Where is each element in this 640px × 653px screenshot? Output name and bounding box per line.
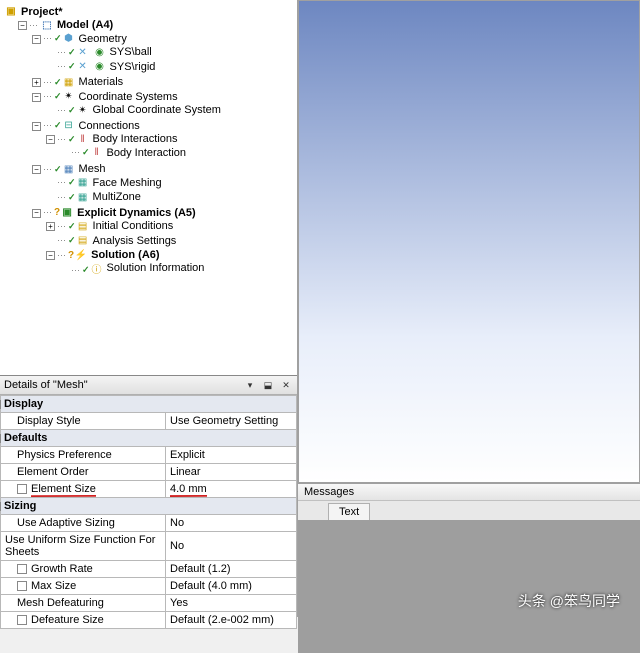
section-sizing[interactable]: −Sizing	[1, 498, 297, 515]
row-use-uniform[interactable]: Use Uniform Size Function For SheetsNo	[1, 532, 297, 561]
tree-solution[interactable]: ⚡Solution (A6)	[74, 249, 159, 261]
section-defaults[interactable]: −Defaults	[1, 430, 297, 447]
tree-body-interaction[interactable]: ‖Body Interaction	[90, 147, 187, 159]
tree-explicit-dynamics[interactable]: ▣Explicit Dynamics (A5)	[60, 207, 196, 219]
row-use-adaptive[interactable]: Use Adaptive SizingNo	[1, 515, 297, 532]
expand-icon[interactable]: −	[46, 135, 55, 144]
tree-analysis-settings[interactable]: ▤Analysis Settings	[76, 235, 177, 247]
expand-icon[interactable]: −	[18, 21, 27, 30]
tree-geom-item[interactable]: ✕◉SYS\rigid	[76, 61, 156, 73]
expand-icon[interactable]: +	[32, 78, 41, 87]
viewport-3d[interactable]	[298, 0, 640, 483]
tree-materials[interactable]: ▦Materials	[62, 76, 124, 88]
checkbox-icon[interactable]	[17, 581, 27, 591]
tree-model[interactable]: ⬚Model (A4)	[40, 19, 113, 31]
row-mesh-defeaturing[interactable]: Mesh DefeaturingYes	[1, 595, 297, 612]
row-display-style[interactable]: Display StyleUse Geometry Setting	[1, 413, 297, 430]
expand-icon[interactable]: −	[32, 209, 41, 218]
row-element-size[interactable]: Element Size4.0 mm	[1, 481, 297, 498]
expand-icon[interactable]: +	[46, 222, 55, 231]
row-max-size[interactable]: Max SizeDefault (4.0 mm)	[1, 578, 297, 595]
messages-body[interactable]	[298, 520, 640, 653]
row-growth-rate[interactable]: Growth RateDefault (1.2)	[1, 561, 297, 578]
details-grid: −Display Display StyleUse Geometry Setti…	[0, 395, 297, 629]
project-tree[interactable]: ▣Project* −⋯⬚Model (A4) −⋯✓⬢Geometry ⋯✓✕…	[0, 0, 297, 375]
row-element-order[interactable]: Element OrderLinear	[1, 464, 297, 481]
checkbox-icon[interactable]	[17, 564, 27, 574]
tree-connections[interactable]: ⊟Connections	[62, 120, 140, 132]
tree-coordinate-systems[interactable]: ✴Coordinate Systems	[62, 91, 178, 103]
expand-icon[interactable]: −	[32, 35, 41, 44]
section-display[interactable]: −Display	[1, 396, 297, 413]
tree-solution-info[interactable]: ⓘSolution Information	[90, 262, 205, 274]
messages-title: Messages	[298, 484, 640, 501]
tree-mesh-item[interactable]: ▦MultiZone	[76, 191, 141, 203]
tree-mesh[interactable]: ▦Mesh	[62, 163, 106, 175]
tree-initial-conditions[interactable]: ▤Initial Conditions	[76, 220, 174, 232]
tree-global-coord[interactable]: ✴Global Coordinate System	[76, 104, 221, 116]
details-title: Details of "Mesh"	[4, 379, 88, 391]
messages-tab-text[interactable]: Text	[328, 503, 370, 520]
row-physics-preference[interactable]: Physics PreferenceExplicit	[1, 447, 297, 464]
dropdown-icon[interactable]: ▾	[243, 378, 257, 392]
tree-geometry[interactable]: ⬢Geometry	[62, 33, 127, 45]
close-icon[interactable]: ✕	[279, 378, 293, 392]
expand-icon[interactable]: −	[32, 122, 41, 131]
details-panel: Details of "Mesh" ▾ ⬓ ✕ −Display Display…	[0, 375, 297, 629]
watermark: 头条 @笨鸟同学	[518, 591, 620, 611]
row-defeature-size[interactable]: Defeature SizeDefault (2.e-002 mm)	[1, 612, 297, 629]
tree-mesh-item[interactable]: ▦Face Meshing	[76, 177, 162, 189]
tree-body-interactions[interactable]: ‖Body Interactions	[76, 133, 178, 145]
checkbox-icon[interactable]	[17, 484, 27, 494]
tree-geom-item[interactable]: ✕◉SYS\ball	[76, 46, 152, 58]
expand-icon[interactable]: −	[32, 93, 41, 102]
pin-icon[interactable]: ⬓	[261, 378, 275, 392]
tree-project[interactable]: ▣Project*	[4, 6, 63, 18]
expand-icon[interactable]: −	[32, 165, 41, 174]
expand-icon[interactable]: −	[46, 251, 55, 260]
